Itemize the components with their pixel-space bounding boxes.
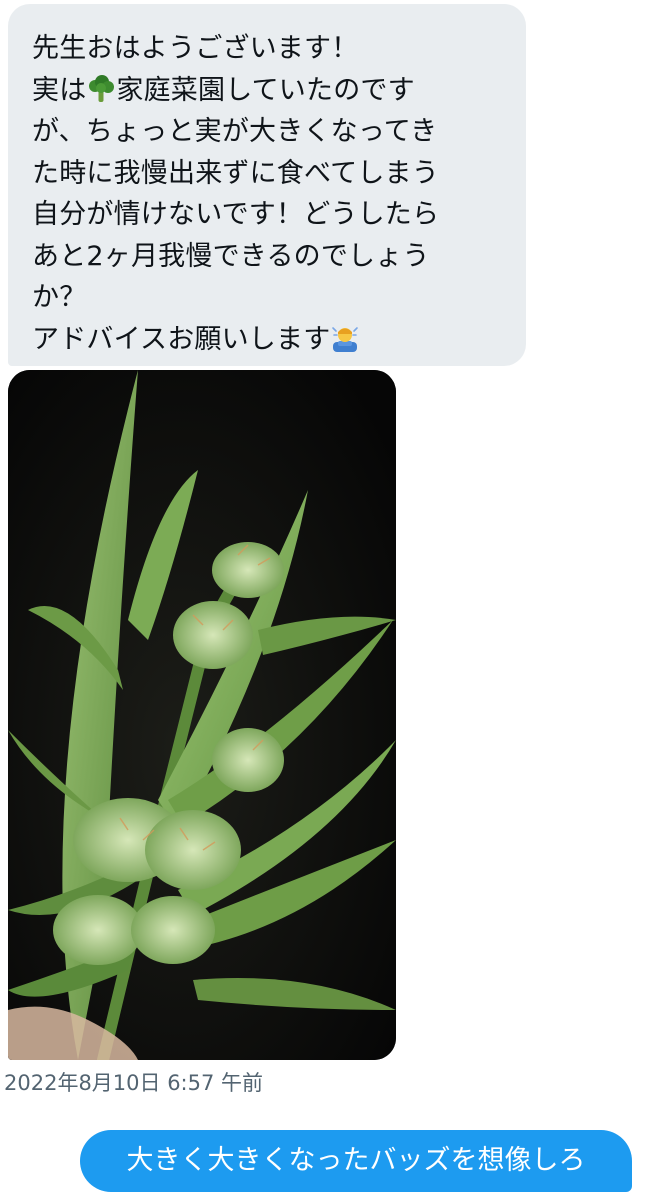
- message-timestamp: 2022年8月10日 6:57 午前: [4, 1071, 264, 1095]
- received-message-bubble[interactable]: 先生おはようございます！ 実は 家庭菜園していたのです が、ちょっと実が大きくな…: [8, 4, 526, 366]
- sent-message-text: 大きく大きくなったバッズを想像しろ: [126, 1145, 586, 1176]
- message-line-8-text: アドバイスお願いします: [32, 323, 331, 355]
- message-line-6: あと2ヶ月我慢できるのでしょう: [32, 240, 430, 272]
- sent-message-bubble[interactable]: 大きく大きくなったバッズを想像しろ: [80, 1130, 632, 1192]
- message-line-4: た時に我慢出来ずに食べてしまう: [32, 157, 439, 189]
- person-bowing-icon: [332, 326, 359, 352]
- message-line-1: 先生おはようございます！: [32, 33, 359, 64]
- message-line-7: か？: [32, 282, 87, 313]
- message-line-8: アドバイスお願いします: [32, 319, 508, 361]
- message-line-2-prefix: 実は: [32, 74, 87, 106]
- broccoli-icon: [89, 74, 115, 102]
- message-line-3: が、ちょっと実が大きくなってき: [32, 116, 438, 147]
- message-line-2: 実は 家庭菜園していたのです: [32, 70, 508, 112]
- message-line-5: 自分が情けないです！どうしたら: [32, 199, 440, 230]
- message-line-2-text: 家庭菜園していたのです: [116, 74, 415, 106]
- cannabis-plant-photo[interactable]: [8, 370, 396, 1060]
- plant-photo-image: [8, 370, 396, 1060]
